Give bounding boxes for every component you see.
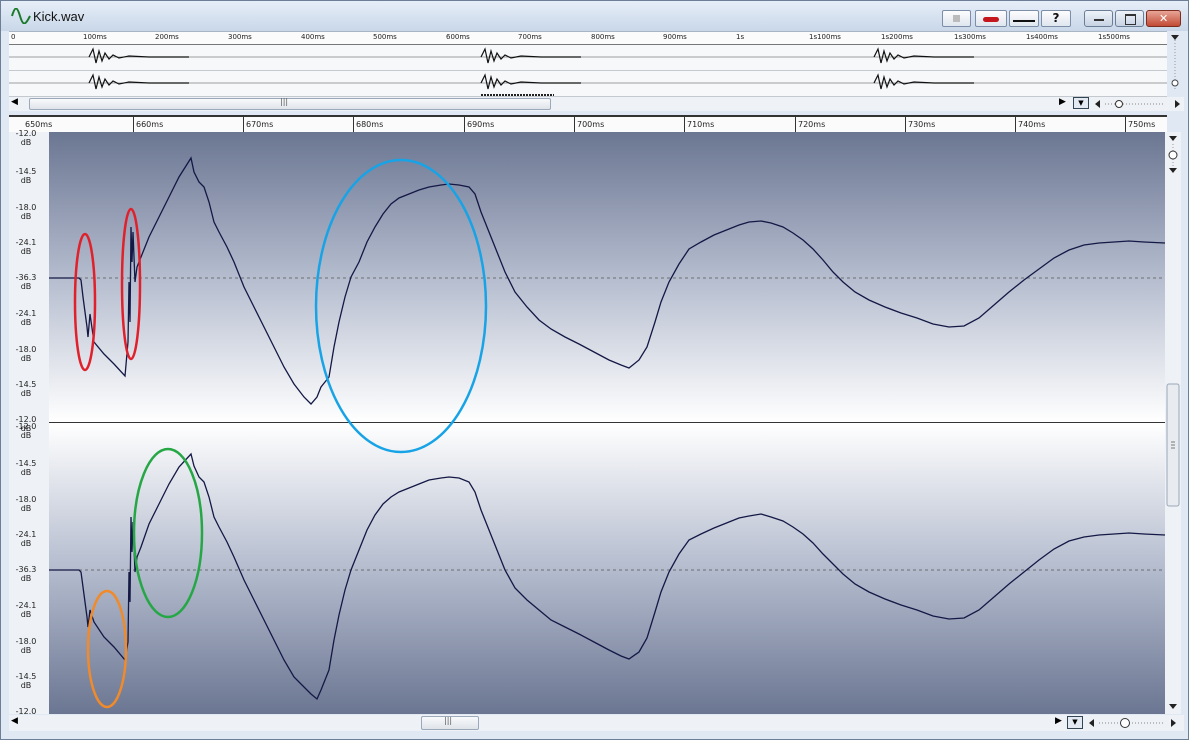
left-channel-background [49, 132, 1165, 422]
ruler-tick [464, 117, 465, 132]
overview-channel-left[interactable] [9, 45, 1167, 71]
maximize-button[interactable] [1115, 10, 1144, 27]
ruler-label: 750ms [1128, 120, 1156, 129]
overview-tick: 800ms [591, 33, 615, 41]
ruler-tick [353, 117, 354, 132]
db-label: -12.0 dB [15, 129, 37, 147]
line-tool-button[interactable] [1009, 10, 1039, 27]
db-label: -14.5 dB [15, 167, 37, 185]
vertical-scrollbar[interactable] [1165, 132, 1181, 714]
title-bar[interactable]: Kick.wav ? ✕ [1, 1, 1188, 31]
db-label: -36.3 dB [15, 565, 37, 583]
scroll-right-icon[interactable]: ▶ [1055, 716, 1062, 726]
ruler-label: 660ms [136, 120, 164, 129]
scroll-left-icon[interactable]: ◀ [11, 97, 18, 107]
overview-panel[interactable]: 0 100ms 200ms 300ms 400ms 500ms 600ms 70… [9, 31, 1167, 97]
ruler-tick [574, 117, 575, 132]
db-label: -14.5 dB [15, 459, 37, 477]
overview-waveform-left [9, 47, 1167, 64]
close-button[interactable]: ✕ [1146, 10, 1181, 27]
overview-tick: 0 [11, 33, 16, 41]
db-label: -18.0 dB [15, 345, 37, 363]
ruler-label: 690ms [467, 120, 495, 129]
ruler-label: 740ms [1018, 120, 1046, 129]
overview-tick: 400ms [301, 33, 325, 41]
db-label: -14.5 dB [15, 380, 37, 398]
line-icon [1013, 20, 1035, 22]
minimize-icon [1094, 19, 1104, 21]
ruler-label: 670ms [246, 120, 274, 129]
overview-tick: 200ms [155, 33, 179, 41]
overview-channel-right[interactable] [9, 71, 1167, 97]
ruler-tick [684, 117, 685, 132]
ruler-tick [243, 117, 244, 132]
ruler-tick [133, 117, 134, 132]
record-icon [983, 17, 999, 22]
zoom-dropdown-icon[interactable]: ▼ [1073, 97, 1089, 109]
db-label: -14.5 dB [15, 672, 37, 690]
overview-tick: 1s200ms [881, 33, 913, 41]
right-channel-background [49, 423, 1165, 714]
overview-tick: 1s400ms [1026, 33, 1058, 41]
ruler-label: 730ms [908, 120, 936, 129]
ruler-label: 720ms [798, 120, 826, 129]
db-label: -18.0 dB [15, 203, 37, 221]
ruler-tick [795, 117, 796, 132]
overview-tick: 900ms [663, 33, 687, 41]
ruler-tick [1015, 117, 1016, 132]
overview-tick: 600ms [446, 33, 470, 41]
overview-zoom-slider[interactable] [1169, 33, 1181, 95]
db-label: -36.3 dB [15, 273, 37, 291]
minimize-button[interactable] [1084, 10, 1113, 27]
overview-tick: 1s100ms [809, 33, 841, 41]
record-tool-button[interactable] [975, 10, 1007, 27]
ruler-label: 710ms [687, 120, 715, 129]
db-label: -24.1 dB [15, 601, 37, 619]
overview-tick: 1s [736, 33, 745, 41]
ruler-label: 700ms [577, 120, 605, 129]
overview-tick: 500ms [373, 33, 397, 41]
ruler-label: 680ms [356, 120, 384, 129]
db-axis: -12.0 dB -14.5 dB -18.0 dB -24.1 dB -36.… [9, 129, 49, 725]
stop-icon [953, 15, 960, 22]
overview-time-ruler[interactable]: 0 100ms 200ms 300ms 400ms 500ms 600ms 70… [9, 32, 1167, 45]
bottom-scrollbar[interactable]: ◀ ||| ▶ ▼ [9, 715, 1184, 731]
scroll-right-icon[interactable]: ▶ [1059, 97, 1066, 107]
overview-scroll-thumb[interactable]: ||| [29, 97, 551, 110]
waveform-app-icon [11, 8, 31, 24]
ruler-tick [905, 117, 906, 132]
ruler-label: 650ms [25, 120, 53, 129]
zoom-dropdown-icon[interactable]: ▼ [1067, 716, 1083, 729]
stop-tool-button[interactable] [942, 10, 971, 27]
help-button[interactable]: ? [1041, 10, 1071, 27]
overview-tick: 700ms [518, 33, 542, 41]
ruler-tick [1125, 117, 1126, 132]
horizontal-zoom-slider[interactable] [1093, 97, 1183, 111]
db-label: -24.1 dB [15, 309, 37, 327]
db-label: -24.1 dB [15, 238, 37, 256]
overview-tick: 1s500ms [1098, 33, 1130, 41]
db-label: -24.1 dB [15, 530, 37, 548]
window-title: Kick.wav [33, 9, 85, 24]
vertical-zoom-slider[interactable] [1087, 715, 1181, 731]
overview-scrollbar[interactable]: ◀ ||| ▶ ▼ [9, 97, 1184, 111]
waveform-canvas[interactable] [49, 132, 1165, 714]
db-label: -18.0 dB [15, 637, 37, 655]
scroll-left-icon[interactable]: ◀ [11, 716, 18, 726]
audio-editor-window: Kick.wav ? ✕ 0 100ms 200ms 300ms 400ms 5… [0, 0, 1189, 740]
maximize-icon [1125, 14, 1136, 25]
overview-tick: 100ms [83, 33, 107, 41]
bottom-scroll-thumb[interactable]: ||| [421, 716, 479, 730]
db-label: -12.0 dB [15, 422, 37, 440]
close-icon: ✕ [1159, 12, 1169, 25]
overview-tick: 1s300ms [954, 33, 986, 41]
overview-waveform-right [9, 73, 1167, 96]
db-label: -18.0 dB [15, 495, 37, 513]
overview-tick: 300ms [228, 33, 252, 41]
